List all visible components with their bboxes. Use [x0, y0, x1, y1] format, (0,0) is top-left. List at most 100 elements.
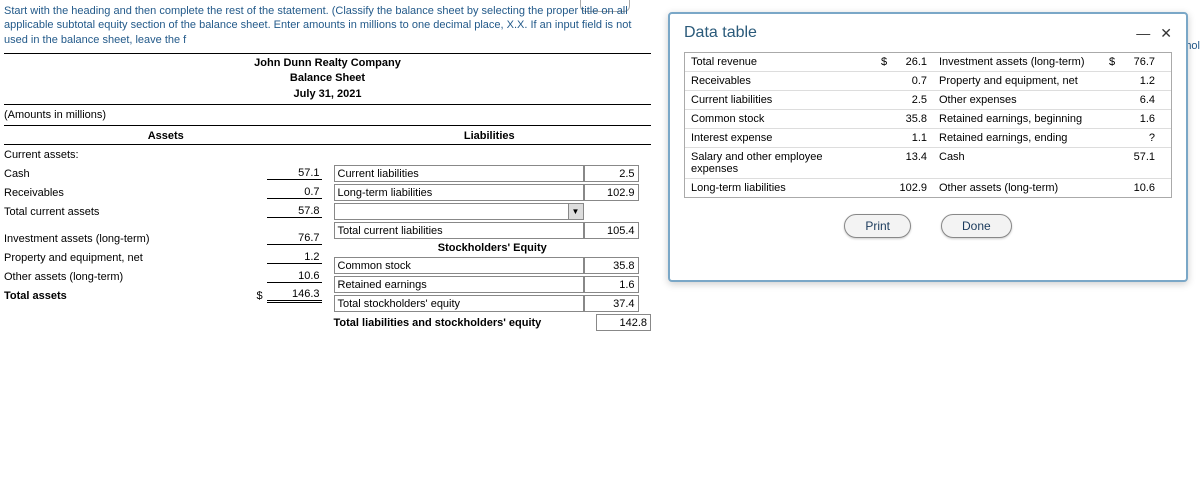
cell-label-left: Common stock	[685, 110, 875, 128]
cs-input[interactable]	[584, 257, 639, 274]
cell-label-right: Retained earnings, beginning	[933, 110, 1103, 128]
balance-sheet-area: Start with the heading and then complete…	[0, 0, 655, 336]
other-amt: 10.6	[267, 270, 322, 283]
tcl-select-text: Total current liabilities	[338, 225, 443, 237]
current-liab-input[interactable]	[584, 165, 639, 182]
assets-header: Assets	[4, 130, 328, 142]
tlse-label: Total liabilities and stockholders' equi…	[334, 317, 597, 329]
table-row: Common stock 35.8Retained earnings, begin…	[685, 110, 1171, 129]
cell-cur-left	[875, 179, 893, 197]
modal-title: Data table	[684, 24, 757, 42]
cell-val-left: 0.7	[893, 72, 933, 90]
cell-val-right: 1.6	[1121, 110, 1161, 128]
cell-label-right: Investment assets (long-term)	[933, 53, 1103, 71]
cell-cur-right	[1103, 110, 1121, 128]
lt-liab-select-text: Long-term liabilities	[338, 187, 433, 199]
cell-label-left: Current liabilities	[685, 91, 875, 109]
cell-val-left: 1.1	[893, 129, 933, 147]
cell-cur-left	[875, 72, 893, 90]
cell-label-left: Interest expense	[685, 129, 875, 147]
cell-val-right: 10.6	[1121, 179, 1161, 197]
cell-val-left: 102.9	[893, 179, 933, 197]
table-row: Receivables 0.7Property and equipment, ne…	[685, 72, 1171, 91]
re-select-text: Retained earnings	[338, 279, 427, 291]
cell-label-right: Retained earnings, ending	[933, 129, 1103, 147]
table-row: Salary and other employee expenses 13.4Ca…	[685, 148, 1171, 179]
company-name: John Dunn Realty Company	[4, 56, 651, 71]
cell-label-right: Cash	[933, 148, 1103, 178]
current-assets-label: Current assets:	[4, 149, 322, 161]
receivables-label: Receivables	[4, 187, 267, 199]
statement-date: July 31, 2021	[4, 87, 651, 102]
tcl-select[interactable]: Total current liabilities	[334, 222, 584, 239]
blank-select[interactable]: ▼	[334, 203, 584, 220]
statement-title: Balance Sheet	[4, 71, 651, 86]
print-button[interactable]: Print	[844, 214, 911, 238]
table-row: Interest expense 1.1Retained earnings, en…	[685, 129, 1171, 148]
cell-val-left: 26.1	[893, 53, 933, 71]
cell-label-left: Total revenue	[685, 53, 875, 71]
ppe-label: Property and equipment, net	[4, 252, 267, 264]
instructions-text: Start with the heading and then complete…	[4, 4, 651, 47]
table-row: Long-term liabilities 102.9Other assets (…	[685, 179, 1171, 197]
tse-input[interactable]	[584, 295, 639, 312]
cell-cur-right	[1103, 129, 1121, 147]
cell-cur-right	[1103, 91, 1121, 109]
data-table-modal: Data table — ✕ Total revenue$26.1Investm…	[668, 12, 1188, 282]
cash-label: Cash	[4, 168, 267, 180]
inv-label: Investment assets (long-term)	[4, 233, 267, 245]
cell-val-left: 35.8	[893, 110, 933, 128]
tse-select[interactable]: Total stockholders' equity	[334, 295, 584, 312]
tca-label: Total current assets	[4, 206, 267, 218]
cell-label-left: Salary and other employee expenses	[685, 148, 875, 178]
liabilities-header: Liabilities	[328, 130, 652, 142]
cell-label-right: Property and equipment, net	[933, 72, 1103, 90]
table-row: Current liabilities 2.5Other expenses 6.4	[685, 91, 1171, 110]
cell-cur-right: $	[1103, 53, 1121, 71]
cell-label-left: Long-term liabilities	[685, 179, 875, 197]
lt-liab-input[interactable]	[584, 184, 639, 201]
cell-label-left: Receivables	[685, 72, 875, 90]
cs-select-text: Common stock	[338, 260, 411, 272]
other-label: Other assets (long-term)	[4, 271, 267, 283]
column-headers: Assets Liabilities	[4, 128, 651, 145]
current-liab-select-text: Current liabilities	[338, 168, 419, 180]
cell-val-left: 2.5	[893, 91, 933, 109]
statement-header: John Dunn Realty Company Balance Sheet J…	[4, 56, 651, 102]
data-table: Total revenue$26.1Investment assets (lon…	[684, 52, 1172, 198]
se-header: Stockholders' Equity	[334, 240, 652, 256]
cell-val-right: 1.2	[1121, 72, 1161, 90]
liabilities-column: Current liabilities Long-term liabilitie…	[328, 145, 652, 332]
re-select[interactable]: Retained earnings	[334, 276, 584, 293]
current-liab-select[interactable]: Current liabilities	[334, 165, 584, 182]
lt-liab-select[interactable]: Long-term liabilities	[334, 184, 584, 201]
done-button[interactable]: Done	[941, 214, 1012, 238]
cell-cur-left: $	[875, 53, 893, 71]
tcl-input[interactable]	[584, 222, 639, 239]
cell-cur-right	[1103, 179, 1121, 197]
tca-amt: 57.8	[267, 205, 322, 218]
total-assets-cur: $	[257, 290, 267, 302]
assets-column: Current assets: Cash 57.1 Receivables 0.…	[4, 145, 328, 332]
tse-select-text: Total stockholders' equity	[338, 298, 461, 310]
cell-val-right: 76.7	[1121, 53, 1161, 71]
total-assets-amt: 146.3	[267, 288, 322, 303]
inv-amt: 76.7	[267, 232, 322, 245]
cell-label-right: Other assets (long-term)	[933, 179, 1103, 197]
cell-val-right: ?	[1121, 129, 1161, 147]
table-row: Total revenue$26.1Investment assets (lon…	[685, 53, 1171, 72]
cell-val-right: 6.4	[1121, 91, 1161, 109]
amounts-note: (Amounts in millions)	[4, 107, 651, 123]
cash-amt: 57.1	[267, 167, 322, 180]
cell-val-left: 13.4	[893, 148, 933, 178]
total-assets-label: Total assets	[4, 290, 257, 302]
re-input[interactable]	[584, 276, 639, 293]
cell-label-right: Other expenses	[933, 91, 1103, 109]
minimize-icon[interactable]: —	[1136, 25, 1150, 42]
cs-select[interactable]: Common stock	[334, 257, 584, 274]
close-icon[interactable]: ✕	[1160, 25, 1172, 42]
receivables-amt: 0.7	[267, 186, 322, 199]
tlse-input[interactable]	[596, 314, 651, 331]
chevron-down-icon: ▼	[568, 204, 583, 219]
ppe-amt: 1.2	[267, 251, 322, 264]
